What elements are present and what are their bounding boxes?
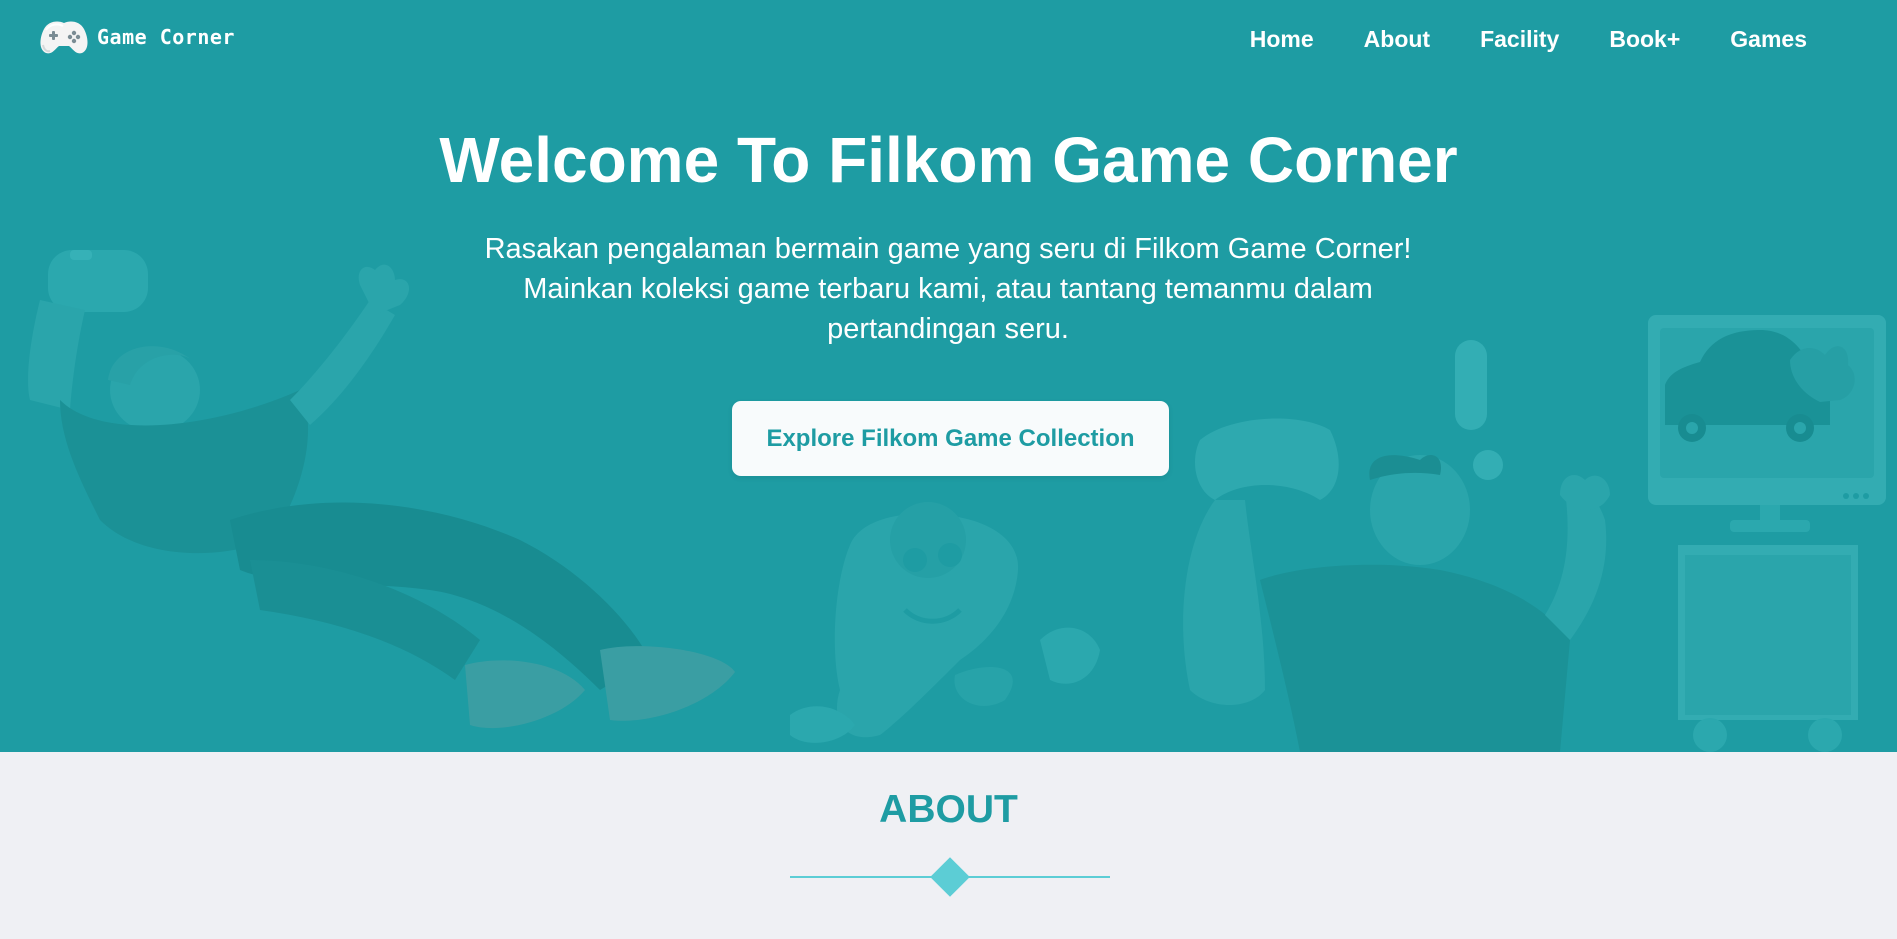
nav-link-facility[interactable]: Facility xyxy=(1455,24,1584,54)
about-section xyxy=(0,752,1897,939)
tv-console-illustration xyxy=(1648,315,1886,752)
nav-item-facility: Facility xyxy=(1455,24,1584,54)
nav-menu: Home About Facility Book+ Games xyxy=(1225,24,1832,54)
exclamation-illustration xyxy=(1455,340,1503,480)
nav-item-games: Games xyxy=(1705,24,1832,54)
brand-name: Game Corner xyxy=(97,25,235,49)
nav-link-games[interactable]: Games xyxy=(1705,24,1832,54)
nav-item-home: Home xyxy=(1225,24,1339,54)
gamepad-icon xyxy=(40,21,88,54)
hero-title: Welcome To Filkom Game Corner xyxy=(439,124,1458,196)
nav-link-about[interactable]: About xyxy=(1339,24,1455,54)
about-heading: ABOUT xyxy=(879,788,1018,831)
nav-link-book[interactable]: Book+ xyxy=(1584,24,1705,54)
gamepad-mascot-illustration xyxy=(790,502,1100,743)
hero-description: Rasakan pengalaman bermain game yang ser… xyxy=(484,233,1412,345)
nav-item-about: About xyxy=(1339,24,1455,54)
nav-item-book: Book+ xyxy=(1584,24,1705,54)
brand-link[interactable]: Game Corner xyxy=(38,17,235,57)
diamond-divider-icon xyxy=(790,857,1110,897)
cheering-gamer-illustration xyxy=(1183,418,1610,752)
navbar: Game Corner Home About Facility Book+ Ga… xyxy=(0,0,1897,78)
explore-games-button[interactable]: Explore Filkom Game Collection xyxy=(732,401,1169,476)
nav-link-home[interactable]: Home xyxy=(1225,24,1339,54)
hero-section: Game Corner Home About Facility Book+ Ga… xyxy=(0,0,1897,752)
hero-background-art xyxy=(28,250,1886,752)
